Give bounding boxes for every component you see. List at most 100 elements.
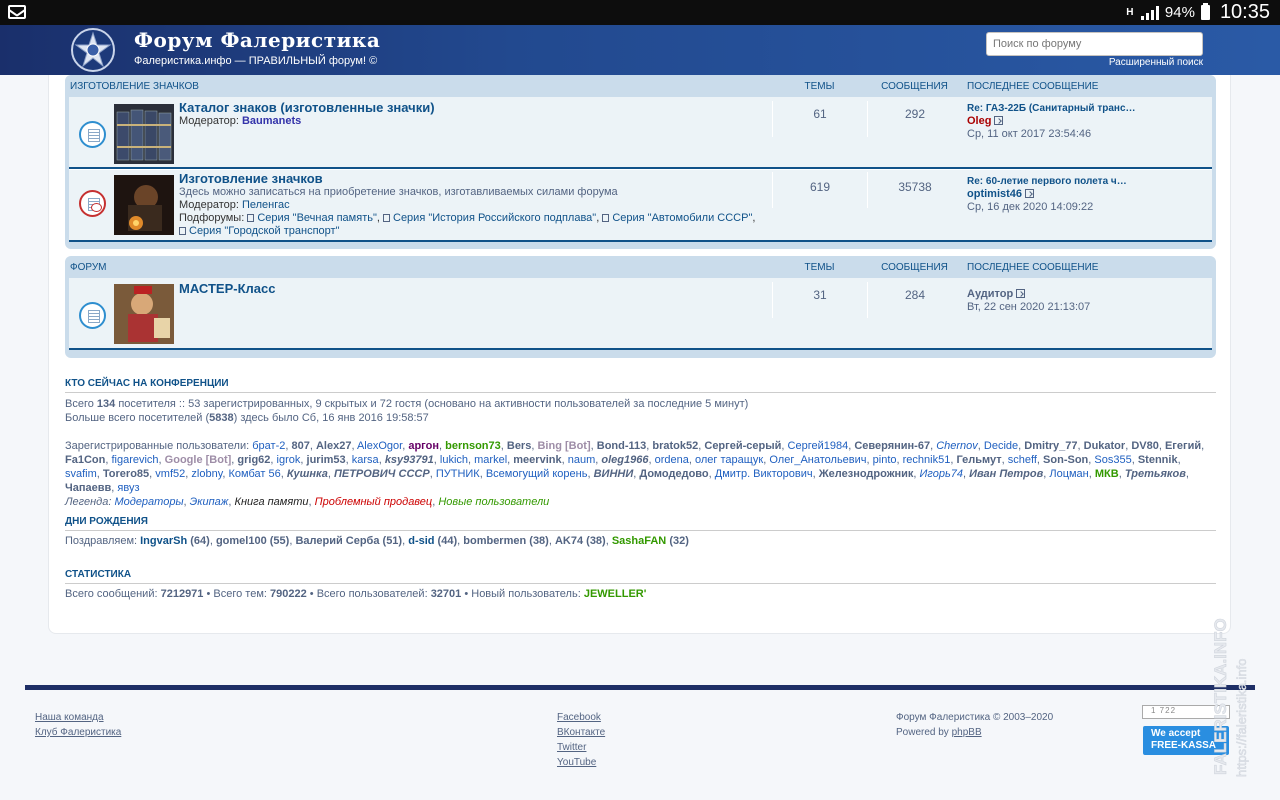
online-user-link[interactable]: Dmitry_77 xyxy=(1024,440,1077,452)
online-user-link[interactable]: 807 xyxy=(291,440,309,452)
online-user-link[interactable]: Decide xyxy=(984,440,1018,452)
online-user-link[interactable]: Комбат 56 xyxy=(229,468,281,480)
last-post-title[interactable]: Re: ГАЗ-22Б (Санитарный транс… xyxy=(967,102,1136,115)
forum-image-catalog[interactable] xyxy=(114,104,174,164)
online-user-link[interactable]: igrok xyxy=(277,454,301,466)
online-user-link[interactable]: figarevich xyxy=(111,454,158,466)
birthday-user-link[interactable]: d-sid xyxy=(408,535,434,547)
online-user-link[interactable]: Игорь74 xyxy=(920,468,963,480)
online-user-link[interactable]: oleg1966 xyxy=(601,454,648,466)
online-user-link[interactable]: Alex27 xyxy=(316,440,351,452)
last-post-user[interactable]: Oleg xyxy=(967,115,991,127)
online-user-link[interactable]: Гельмут xyxy=(956,454,1001,466)
online-user-link[interactable]: vmf52 xyxy=(155,468,185,480)
online-user-link[interactable]: ВИННИ xyxy=(594,468,634,480)
online-user-link[interactable]: Домодедово xyxy=(639,468,708,480)
facebook-link[interactable]: Facebook xyxy=(557,710,605,725)
online-user-link[interactable]: meervink xyxy=(513,454,561,466)
site-logo[interactable] xyxy=(68,27,118,73)
club-link[interactable]: Клуб Фалеристика xyxy=(35,725,121,740)
online-user-link[interactable]: Кушнка xyxy=(287,468,328,480)
team-link[interactable]: Наша команда xyxy=(35,710,121,725)
birthday-user-link[interactable]: AK74 xyxy=(555,535,583,547)
online-user-link[interactable]: Всемогущий корень xyxy=(486,468,588,480)
phpbb-link[interactable]: phpBB xyxy=(952,727,982,738)
online-user-link[interactable]: Chernov xyxy=(936,440,978,452)
category-title[interactable]: ФОРУМ xyxy=(69,262,772,273)
online-user-link[interactable]: явуз xyxy=(117,482,139,494)
subforum-link[interactable]: Серия "Городской транспорт" xyxy=(189,225,340,237)
last-post-user[interactable]: Аудитор xyxy=(967,288,1013,300)
forum-image-master[interactable] xyxy=(114,284,174,344)
online-user-link[interactable]: AlexOgor xyxy=(357,440,402,452)
advanced-search-link[interactable]: Расширенный поиск xyxy=(1109,57,1203,68)
forum-image-making[interactable] xyxy=(114,175,174,235)
online-user-link[interactable]: Bers xyxy=(507,440,531,452)
online-user-link[interactable]: Bond-113 xyxy=(597,440,647,452)
online-user-link[interactable]: Dukator xyxy=(1084,440,1126,452)
online-user-link[interactable]: Иван Петров xyxy=(969,468,1043,480)
last-post-user[interactable]: optimist46 xyxy=(967,188,1022,200)
online-user-link[interactable]: МКВ xyxy=(1095,468,1119,480)
online-user-link[interactable]: Bing [Bot] xyxy=(537,440,590,452)
birthday-user-link[interactable]: Валерий Серба xyxy=(295,535,379,547)
forum-title-link[interactable]: Изготовление значков xyxy=(179,172,772,185)
birthday-user-link[interactable]: gomel100 xyxy=(216,535,267,547)
online-user-link[interactable]: ordena xyxy=(655,454,689,466)
online-user-link[interactable]: Torero85 xyxy=(103,468,149,480)
view-latest-icon[interactable] xyxy=(994,116,1004,125)
birthday-user-link[interactable]: SashaFAN xyxy=(612,535,666,547)
category-title[interactable]: ИЗГОТОВЛЕНИЕ ЗНАЧКОВ xyxy=(69,81,772,92)
vkontakte-link[interactable]: ВКонтакте xyxy=(557,725,605,740)
online-user-link[interactable]: Третьяков xyxy=(1125,468,1186,480)
forum-title-link[interactable]: Каталог знаков (изготовленные значки) xyxy=(179,101,772,114)
online-user-link[interactable]: DV80 xyxy=(1131,440,1159,452)
online-user-link[interactable]: svafim xyxy=(65,468,97,480)
view-latest-icon[interactable] xyxy=(1025,189,1035,198)
online-user-link[interactable]: naum xyxy=(568,454,596,466)
online-user-link[interactable]: Sos355 xyxy=(1094,454,1131,466)
twitter-link[interactable]: Twitter xyxy=(557,740,605,755)
online-user-link[interactable]: jurim53 xyxy=(307,454,346,466)
online-user-link[interactable]: Северянин-67 xyxy=(854,440,930,452)
subforum-link[interactable]: Серия "История Российского подплава" xyxy=(393,212,596,224)
online-user-link[interactable]: олег таращук xyxy=(695,454,763,466)
online-user-link[interactable]: grig62 xyxy=(237,454,270,466)
online-user-link[interactable]: Fa1Con xyxy=(65,454,105,466)
online-user-link[interactable]: Лоцман xyxy=(1049,468,1088,480)
online-user-link[interactable]: Stennik xyxy=(1138,454,1178,466)
site-title[interactable]: Форум Фалеристика xyxy=(134,28,380,52)
online-user-link[interactable]: ПЕТРОВИЧ СССР xyxy=(334,468,430,480)
legend-group-link[interactable]: Новые пользователи xyxy=(438,496,549,508)
last-post-title[interactable]: Re: 60-летие первого полета ч… xyxy=(967,175,1127,188)
online-user-link[interactable]: брат-2 xyxy=(252,440,285,452)
online-user-link[interactable]: rechnik51 xyxy=(903,454,951,466)
subforum-link[interactable]: Серия "Вечная память" xyxy=(257,212,377,224)
online-user-link[interactable]: Олег_Анатольевич xyxy=(769,454,866,466)
online-user-link[interactable]: ПУТНИК xyxy=(436,468,480,480)
subforum-link[interactable]: Серия "Автомобили СССР" xyxy=(612,212,752,224)
forum-title-link[interactable]: МАСТЕР-Класс xyxy=(179,282,772,295)
online-user-link[interactable]: аргон xyxy=(408,440,439,452)
online-user-link[interactable]: zlobny xyxy=(191,468,222,480)
moderator-link[interactable]: Baumanets xyxy=(242,115,301,127)
online-user-link[interactable]: Егегий xyxy=(1165,440,1201,452)
online-user-link[interactable]: bernson73 xyxy=(445,440,501,452)
view-latest-icon[interactable] xyxy=(1016,289,1026,298)
online-user-link[interactable]: bratok52 xyxy=(652,440,698,452)
online-user-link[interactable]: Чапаевв xyxy=(65,482,111,494)
online-user-link[interactable]: scheff xyxy=(1008,454,1037,466)
search-input[interactable] xyxy=(986,32,1203,56)
birthday-user-link[interactable]: IngvarSh xyxy=(140,535,187,547)
online-user-link[interactable]: Железнодрожник xyxy=(819,468,914,480)
online-user-link[interactable]: lukich xyxy=(440,454,468,466)
legend-group-link[interactable]: Книга памяти xyxy=(234,496,308,508)
online-user-link[interactable]: Сергей1984 xyxy=(788,440,849,452)
online-user-link[interactable]: Дмитр. Викторович xyxy=(715,468,813,480)
online-user-link[interactable]: markel xyxy=(474,454,507,466)
legend-group-link[interactable]: Проблемный продавец xyxy=(315,496,433,508)
online-title[interactable]: КТО СЕЙЧАС НА КОНФЕРЕНЦИИ xyxy=(65,378,1216,393)
newest-user-link[interactable]: JEWELLER' xyxy=(584,588,647,600)
online-user-link[interactable]: Google [Bot] xyxy=(165,454,232,466)
moderator-link[interactable]: Пеленгас xyxy=(242,199,290,211)
